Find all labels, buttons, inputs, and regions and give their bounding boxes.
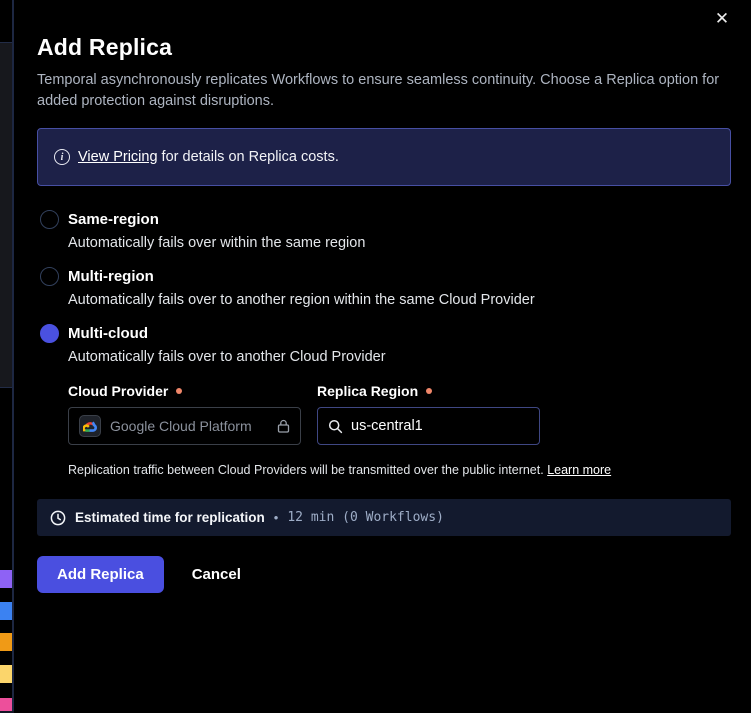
status-color-block xyxy=(0,570,12,588)
cancel-button[interactable]: Cancel xyxy=(188,556,245,593)
option-description: Automatically fails over to another regi… xyxy=(68,292,731,308)
status-color-block xyxy=(0,665,12,683)
estimate-separator: • xyxy=(274,510,279,525)
pricing-banner-suffix: for details on Replica costs. xyxy=(158,149,339,165)
cloud-provider-value: Google Cloud Platform xyxy=(110,418,268,434)
add-replica-modal: ✕ Add Replica Temporal asynchronously re… xyxy=(14,0,751,713)
field-label-text: Cloud Provider xyxy=(68,383,168,399)
option-label[interactable]: Same-region xyxy=(68,211,159,228)
add-replica-button[interactable]: Add Replica xyxy=(37,556,164,593)
option-label[interactable]: Multi-cloud xyxy=(68,325,148,342)
replica-region-field-group: Replica Region xyxy=(317,383,540,445)
field-label-text: Replica Region xyxy=(317,383,418,399)
replica-region-input[interactable] xyxy=(351,418,529,434)
screen: ✕ Add Replica Temporal asynchronously re… xyxy=(0,0,751,713)
cloud-provider-select[interactable]: Google Cloud Platform xyxy=(68,407,301,445)
info-icon: i xyxy=(54,149,70,165)
option-description: Automatically fails over to another Clou… xyxy=(68,349,731,365)
required-dot xyxy=(426,388,432,394)
close-icon[interactable]: ✕ xyxy=(711,8,733,30)
modal-description: Temporal asynchronously replicates Workf… xyxy=(37,70,727,112)
clock-icon xyxy=(50,510,66,526)
option-description: Automatically fails over within the same… xyxy=(68,235,731,251)
radio-multi-cloud[interactable] xyxy=(40,324,59,343)
modal-title: Add Replica xyxy=(37,34,731,61)
learn-more-link[interactable]: Learn more xyxy=(547,463,611,477)
option-multi-region: Multi-region Automatically fails over to… xyxy=(37,267,731,308)
search-icon xyxy=(328,419,343,434)
view-pricing-link[interactable]: View Pricing xyxy=(78,149,158,165)
estimate-label: Estimated time for replication xyxy=(75,510,265,525)
cloud-provider-label: Cloud Provider xyxy=(68,383,301,399)
public-internet-note: Replication traffic between Cloud Provid… xyxy=(68,463,731,477)
estimate-value: 12 min (0 Workflows) xyxy=(287,510,444,525)
replica-region-label: Replica Region xyxy=(317,383,540,399)
option-label[interactable]: Multi-region xyxy=(68,268,154,285)
option-multi-cloud: Multi-cloud Automatically fails over to … xyxy=(37,324,731,477)
radio-multi-region[interactable] xyxy=(40,267,59,286)
status-color-block xyxy=(0,633,12,651)
multi-cloud-fields: Cloud Provider xyxy=(68,383,731,445)
background-page-strip xyxy=(0,0,14,713)
cloud-provider-field-group: Cloud Provider xyxy=(68,383,301,445)
pricing-banner-text: View Pricing for details on Replica cost… xyxy=(78,149,339,165)
replica-region-searchbox xyxy=(317,407,540,445)
gcp-logo-icon xyxy=(79,415,101,437)
estimate-banner: Estimated time for replication • 12 min … xyxy=(37,499,731,536)
status-color-block xyxy=(0,602,12,620)
background-panel xyxy=(0,42,12,388)
pricing-info-banner: i View Pricing for details on Replica co… xyxy=(37,128,731,186)
replica-options: Same-region Automatically fails over wit… xyxy=(37,210,731,477)
radio-same-region[interactable] xyxy=(40,210,59,229)
modal-actions: Add Replica Cancel xyxy=(37,556,731,593)
note-text: Replication traffic between Cloud Provid… xyxy=(68,463,547,477)
option-same-region: Same-region Automatically fails over wit… xyxy=(37,210,731,251)
lock-icon xyxy=(277,419,290,433)
required-dot xyxy=(176,388,182,394)
